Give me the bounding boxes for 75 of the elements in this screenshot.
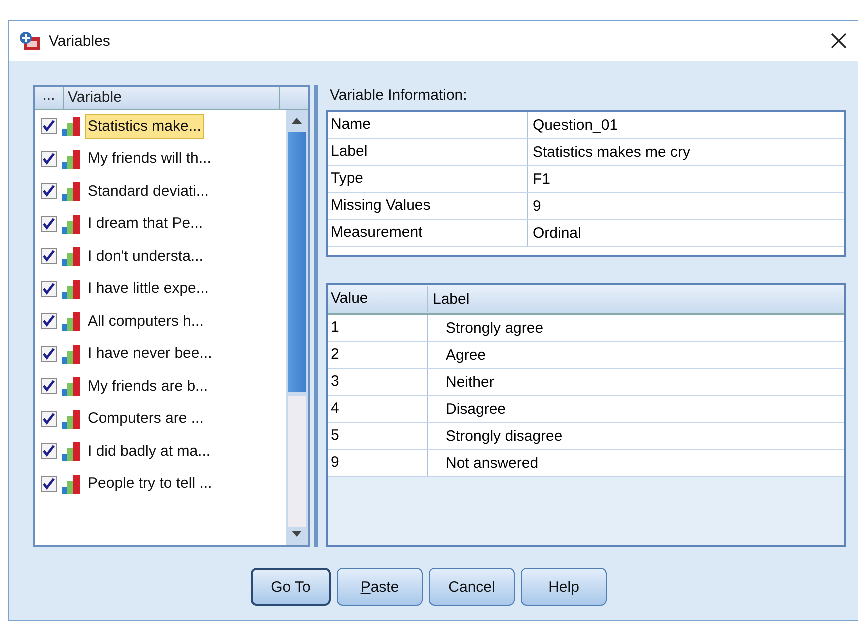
value-cell: 4 xyxy=(328,396,428,422)
scroll-down-icon[interactable] xyxy=(292,531,302,537)
ordinal-bars-icon xyxy=(61,278,81,299)
variable-name[interactable]: People try to tell ... xyxy=(85,471,216,496)
property-cell: Type xyxy=(328,166,528,192)
variable-name[interactable]: I dream that Pe... xyxy=(85,211,206,236)
value-cell-text: 9 xyxy=(532,198,542,214)
ordinal-bars-icon xyxy=(61,474,81,494)
checkbox[interactable] xyxy=(41,118,57,134)
variable-name[interactable]: I did badly at ma... xyxy=(85,438,214,464)
label-cell-text: Strongly disagree xyxy=(445,428,563,444)
value-cell: 1 xyxy=(328,315,428,341)
ordinal-bars-icon xyxy=(61,441,81,462)
value-cell-text: F1 xyxy=(532,170,551,188)
ordinal-bars-icon xyxy=(61,214,81,234)
value-cell: 2 xyxy=(328,342,428,368)
checkbox[interactable] xyxy=(41,346,57,362)
property-cell: Name xyxy=(328,112,528,138)
value-cell: 5 xyxy=(328,423,428,449)
ordinal-bars-icon xyxy=(61,148,81,169)
value-cell-text: Ordinal xyxy=(532,224,582,242)
checkbox[interactable] xyxy=(41,183,57,200)
ordinal-bars-icon xyxy=(61,116,81,136)
label-cell-text: Strongly agree xyxy=(445,320,544,336)
ordinal-bars-icon xyxy=(61,246,81,266)
dialog-button[interactable]: Paste xyxy=(337,568,423,606)
checkbox[interactable] xyxy=(41,378,57,394)
column-header: Label xyxy=(432,290,470,308)
ordinal-bars-icon xyxy=(61,311,81,332)
checkbox[interactable] xyxy=(41,248,57,264)
property-cell: Measurement xyxy=(328,220,528,246)
dialog-button[interactable]: Cancel xyxy=(429,568,515,606)
ordinal-bars-icon xyxy=(61,344,81,364)
variable-name[interactable]: My friends are b... xyxy=(85,374,212,399)
window-title: Variables xyxy=(49,32,112,50)
section-label: Variable Information: xyxy=(330,87,468,104)
splitter-handle[interactable] xyxy=(314,85,318,547)
property-cell: Label xyxy=(328,139,528,165)
label-cell-text: Disagree xyxy=(445,400,506,418)
ordinal-bars-icon xyxy=(61,181,81,202)
variable-name[interactable]: I have never bee... xyxy=(85,341,216,366)
property-cell: Missing Values xyxy=(328,193,528,219)
ordinal-bars-icon xyxy=(61,376,81,396)
checkbox[interactable] xyxy=(41,476,57,492)
label-cell-text: Agree xyxy=(445,346,486,364)
value-cell-text: Statistics makes me cry xyxy=(532,144,691,160)
checkbox[interactable] xyxy=(41,313,57,330)
variable-name[interactable]: Statistics make... xyxy=(85,114,204,139)
variable-name[interactable]: Computers are ... xyxy=(85,406,207,432)
value-cell-text: Question_01 xyxy=(532,116,618,134)
scroll-thumb[interactable] xyxy=(288,132,306,392)
column-header: Variable xyxy=(64,87,280,109)
close-icon[interactable] xyxy=(831,33,847,49)
scrollbar[interactable] xyxy=(286,110,308,545)
label-cell-text: Not answered xyxy=(445,454,539,472)
scroll-up-icon[interactable] xyxy=(292,118,302,124)
checkbox[interactable] xyxy=(41,150,57,167)
ordinal-bars-icon xyxy=(61,408,81,429)
column-header: ... xyxy=(35,87,64,109)
value-cell: 9 xyxy=(328,450,428,476)
variable-name[interactable]: Standard deviati... xyxy=(85,178,212,204)
variable-name[interactable]: My friends will th... xyxy=(85,146,214,172)
column-header: Value xyxy=(328,286,428,312)
checkbox[interactable] xyxy=(41,280,57,297)
app-table-icon xyxy=(19,31,41,51)
checkbox[interactable] xyxy=(41,410,57,427)
checkbox[interactable] xyxy=(41,443,57,460)
variable-name[interactable]: All computers h... xyxy=(85,308,207,334)
variable-name[interactable]: I have little expe... xyxy=(85,276,212,302)
dialog-button[interactable]: Help xyxy=(521,568,607,606)
checkbox[interactable] xyxy=(41,216,57,232)
variable-name[interactable]: I don't understa... xyxy=(85,244,206,269)
label-cell-text: Neither xyxy=(445,374,494,390)
value-cell: 3 xyxy=(328,369,428,395)
dialog-button[interactable]: Go To xyxy=(251,568,331,606)
